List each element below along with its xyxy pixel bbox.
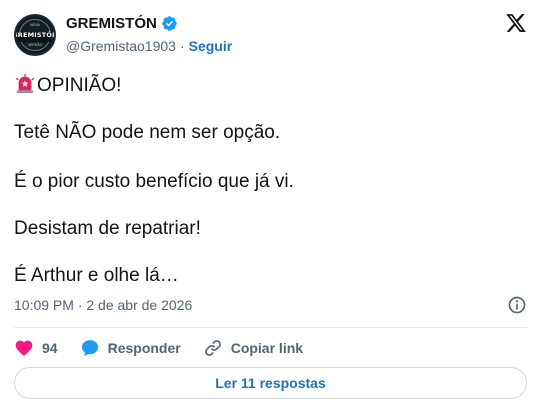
heart-icon <box>15 340 33 356</box>
read-replies-button[interactable]: Ler 11 respostas <box>14 367 527 399</box>
tweet-text-headline: OPINIÃO! <box>37 75 122 96</box>
reply-label: Responder <box>107 340 181 356</box>
action-bar: 94 Responder Copiar link <box>14 337 325 359</box>
read-replies-label: Ler 11 respostas <box>215 375 326 391</box>
tweet-line-1: OPINIÃO! <box>14 73 121 98</box>
reply-icon <box>81 340 98 357</box>
copy-link-button[interactable]: Copiar link <box>203 338 303 358</box>
tweet-timestamp[interactable]: 10:09 PM · 2 de abr de 2026 <box>14 297 192 313</box>
reply-button[interactable]: Responder <box>80 338 181 358</box>
tweet-line-2: Tetê NÃO pode nem ser opção. <box>14 122 281 143</box>
avatar-text: GREMISTÓN <box>14 31 56 39</box>
link-icon <box>204 340 221 356</box>
copy-link-label: Copiar link <box>230 340 304 356</box>
author-name[interactable]: GREMISTÓN <box>66 15 157 32</box>
tweet-line-3: É o pior custo benefício que já vi. <box>14 171 294 192</box>
divider <box>14 327 527 328</box>
tweet-card: NOVA GREMISTÓN VERSÃO GREMISTÓN @Gremist… <box>0 0 541 408</box>
x-logo-icon[interactable] <box>505 12 527 34</box>
tweet-line-5: É Arthur e olhe lá… <box>14 265 179 286</box>
avatar-top-text: NOVA <box>30 23 40 27</box>
like-count: 94 <box>42 340 58 356</box>
siren-emoji-icon <box>15 73 35 94</box>
author-handle[interactable]: @Gremistao1903 <box>66 38 176 54</box>
author-name-row: GREMISTÓN <box>66 15 178 32</box>
verified-badge-icon <box>162 16 177 31</box>
tweet-line-4: Desistam de repatriar! <box>14 218 201 239</box>
info-icon[interactable] <box>507 295 527 315</box>
separator-dot: · <box>179 38 185 54</box>
like-button[interactable]: 94 <box>14 338 58 358</box>
avatar[interactable]: NOVA GREMISTÓN VERSÃO <box>14 14 56 56</box>
avatar-bottom-text: VERSÃO <box>27 43 43 47</box>
handle-row: @Gremistao1903 · Seguir <box>66 38 232 54</box>
follow-button[interactable]: Seguir <box>189 38 233 54</box>
